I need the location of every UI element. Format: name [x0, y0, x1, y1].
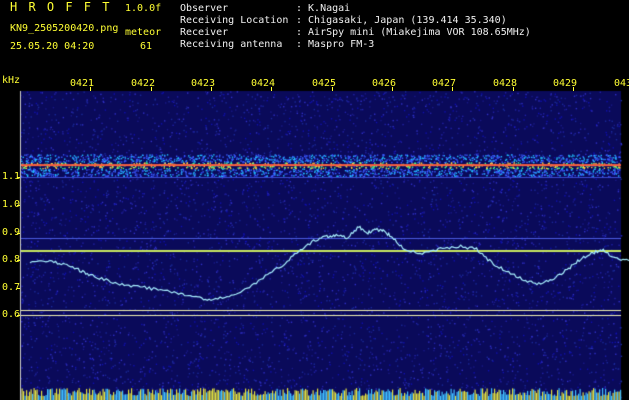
info-key: Receiving Location [180, 15, 289, 26]
y-tick-mark [17, 288, 20, 289]
x-tick-label: 0427 [432, 78, 457, 89]
meteor-label: meteor [125, 27, 162, 38]
y-tick-mark [17, 260, 20, 261]
x-tick-label: 0425 [312, 78, 337, 89]
x-tick-label: 0423 [191, 78, 216, 89]
version-label: 1.0.0f [125, 3, 162, 14]
info-key: Receiver [180, 27, 229, 38]
y-axis-label: kHz [2, 75, 21, 86]
meteor-count: 61 [140, 41, 153, 52]
y-tick-mark [17, 205, 20, 206]
y-tick-mark [17, 233, 20, 234]
datetime-label: 25.05.20 04:20 [10, 41, 95, 52]
x-tick-label: 0429 [553, 78, 578, 89]
x-tick-label: 0421 [70, 78, 95, 89]
x-tick-label: 0426 [372, 78, 397, 89]
info-key: Observer [180, 3, 229, 14]
y-tick-mark [17, 315, 20, 316]
info-value: : Maspro FM-3 [296, 39, 375, 50]
hrofft-window: H R O F F T 1.0.0f KN9_2505200420.png me… [0, 0, 629, 400]
x-tick-label: 0424 [251, 78, 276, 89]
x-tick-label: 0430 [614, 78, 629, 89]
x-tick-label: 0428 [493, 78, 518, 89]
info-key: Receiving antenna [180, 39, 283, 50]
app-title: H R O F F T [10, 0, 112, 14]
info-value: : AirSpy mini (Miakejima VOR 108.65MHz) [296, 27, 531, 38]
info-value: : K.Nagai [296, 3, 351, 14]
info-value: : Chigasaki, Japan (139.414 35.340) [296, 15, 507, 26]
y-tick-mark [17, 177, 20, 178]
x-tick-label: 0422 [131, 78, 156, 89]
filename-label: KN9_2505200420.png [10, 23, 119, 34]
spectrogram-plot [0, 0, 629, 400]
